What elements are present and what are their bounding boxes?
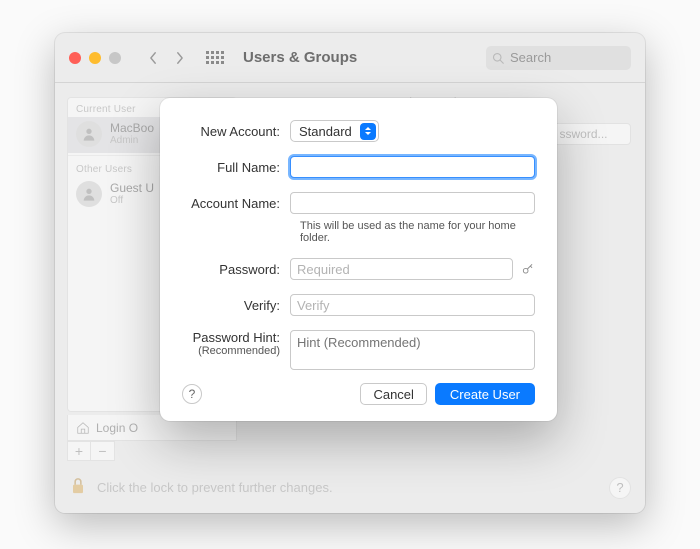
sheet-help-button[interactable]: ? bbox=[182, 384, 202, 404]
account-name-label: Account Name: bbox=[182, 196, 290, 211]
create-user-button[interactable]: Create User bbox=[435, 383, 535, 405]
password-assistant-icon[interactable] bbox=[521, 262, 535, 276]
new-account-sheet: New Account: Standard Full Name: Account… bbox=[160, 98, 557, 421]
minimize-window-button[interactable] bbox=[89, 52, 101, 64]
show-all-icon[interactable] bbox=[205, 48, 225, 68]
password-hint-label: Password Hint: (Recommended) bbox=[182, 330, 290, 357]
verify-label: Verify: bbox=[182, 298, 290, 313]
window-title: Users & Groups bbox=[243, 49, 357, 66]
account-name-hint: This will be used as the name for your h… bbox=[300, 220, 535, 244]
back-button[interactable] bbox=[141, 46, 165, 70]
new-account-label: New Account: bbox=[182, 124, 290, 139]
search-placeholder: Search bbox=[510, 50, 551, 65]
account-type-value: Standard bbox=[299, 124, 352, 139]
window-controls bbox=[69, 52, 121, 64]
search-field[interactable]: Search bbox=[486, 46, 631, 70]
full-name-input[interactable] bbox=[290, 156, 535, 178]
account-name-input[interactable] bbox=[290, 192, 535, 214]
password-hint-input[interactable] bbox=[290, 330, 535, 370]
titlebar: Users & Groups Search bbox=[55, 33, 645, 83]
password-input[interactable] bbox=[290, 258, 513, 280]
close-window-button[interactable] bbox=[69, 52, 81, 64]
select-arrows-icon bbox=[360, 123, 376, 140]
cancel-button[interactable]: Cancel bbox=[360, 383, 426, 405]
zoom-window-button[interactable] bbox=[109, 52, 121, 64]
password-label: Password: bbox=[182, 262, 290, 277]
full-name-label: Full Name: bbox=[182, 160, 290, 175]
verify-input[interactable] bbox=[290, 294, 535, 316]
account-type-select[interactable]: Standard bbox=[290, 120, 379, 142]
search-icon bbox=[492, 52, 504, 64]
forward-button[interactable] bbox=[167, 46, 191, 70]
